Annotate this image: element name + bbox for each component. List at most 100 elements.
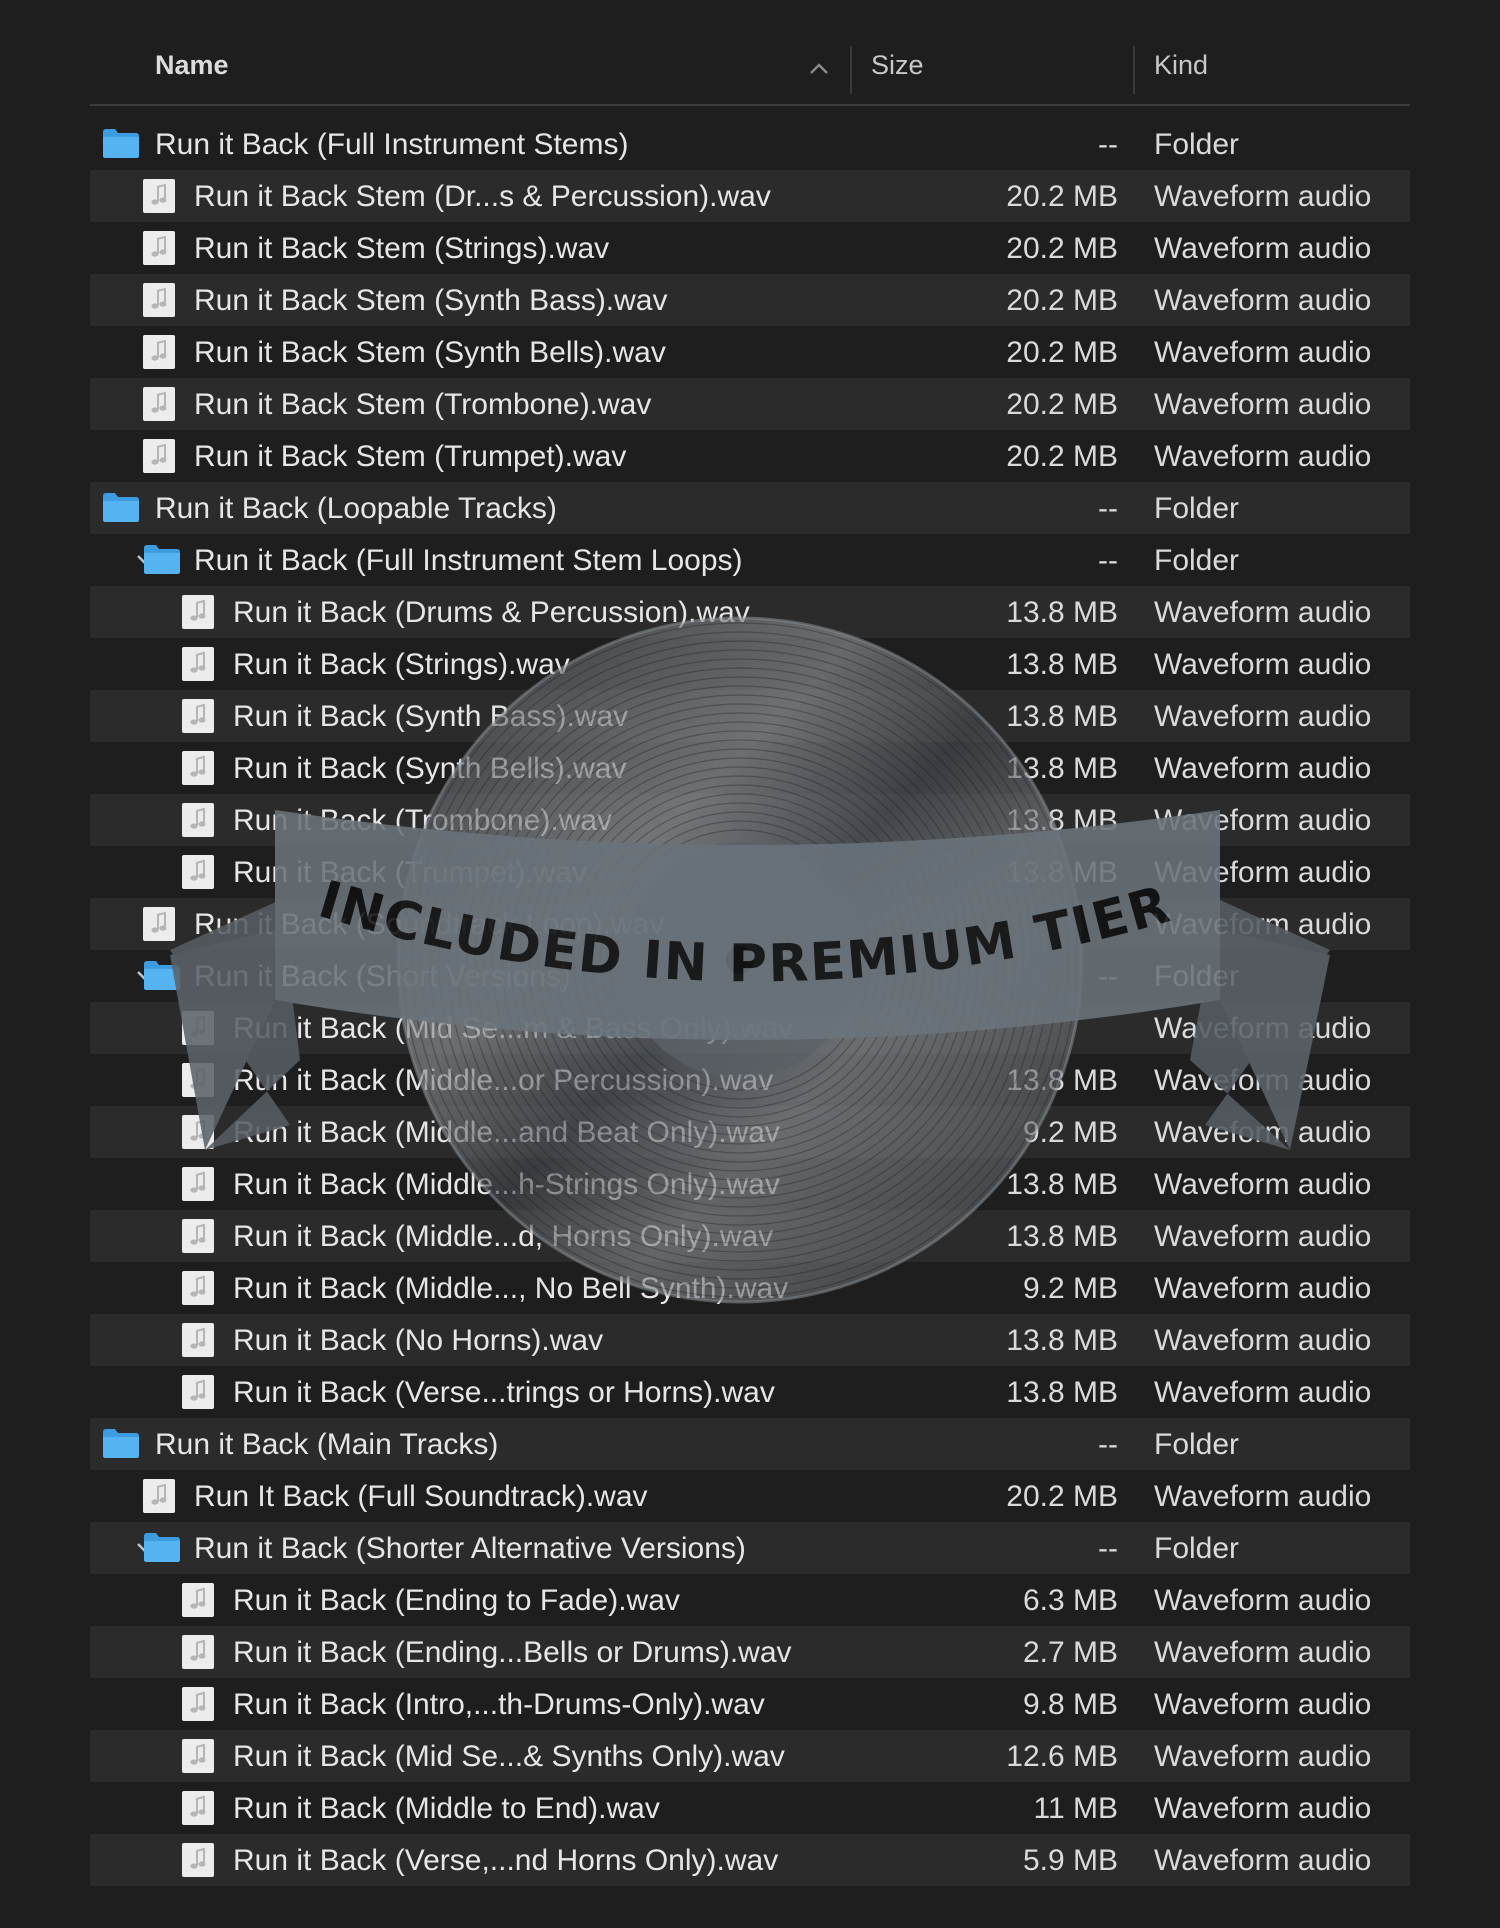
file-row[interactable]: Run it Back (Middle to End).wav 11 MB Wave… [90,1782,1410,1834]
audio-file-icon [143,335,175,369]
folder-row[interactable]: Run it Back (Full Instrument Stem Loops)… [90,534,1410,586]
audio-file-icon [182,1219,214,1253]
file-row[interactable]: Run it Back (Soundtrack Loop).wav Wavefor… [90,898,1410,950]
chevron-up-icon[interactable] [806,56,832,82]
audio-file-icon [143,1479,175,1513]
item-size: 20.2 MB [1006,180,1118,213]
audio-file-icon [182,1635,214,1669]
folder-icon [103,493,139,522]
item-name: Run it Back (Middle..., No Bell Synth).w… [233,1272,789,1305]
file-row[interactable]: Run it Back (Verse...trings or Horns).wa… [90,1366,1410,1418]
column-divider[interactable] [850,46,852,94]
item-kind: Waveform audio [1154,336,1372,369]
item-name: Run it Back Stem (Synth Bass).wav [194,284,668,317]
item-kind: Waveform audio [1154,700,1372,733]
file-row[interactable]: Run it Back (Middle...or Percussion).wav… [90,1054,1410,1106]
audio-file-icon [143,439,175,473]
file-row[interactable]: Run it Back (Synth Bells).wav 13.8 MB Wave… [90,742,1410,794]
item-size: 13.8 MB [1006,1220,1118,1253]
item-name: Run it Back (No Horns).wav [233,1324,604,1357]
file-row[interactable]: Run it Back (Mid Se...m & Bass Only).wav… [90,1002,1410,1054]
file-row[interactable]: Run it Back (Ending...Bells or Drums).wa… [90,1626,1410,1678]
folder-row[interactable]: Run it Back (Full Instrument Stems) -- Fol… [90,118,1410,170]
item-kind: Folder [1154,960,1240,993]
folder-row[interactable]: Run it Back (Main Tracks) -- Folder [90,1418,1410,1470]
item-size: 20.2 MB [1006,336,1118,369]
column-kind[interactable]: Kind [1154,50,1208,81]
audio-file-icon [182,1011,214,1045]
item-kind: Waveform audio [1154,752,1372,785]
item-name: Run it Back Stem (Trombone).wav [194,388,652,421]
item-size: 13.8 MB [1006,856,1118,889]
file-row[interactable]: Run it Back Stem (Trombone).wav 20.2 MB Wa… [90,378,1410,430]
folder-icon [103,129,139,158]
item-kind: Folder [1154,544,1240,577]
file-row[interactable]: Run it Back (Trumpet).wav 13.8 MB Waveform… [90,846,1410,898]
item-kind: Waveform audio [1154,1584,1372,1617]
audio-file-icon [182,1271,214,1305]
file-row[interactable]: Run it Back (Ending to Fade).wav 6.3 MB Wa… [90,1574,1410,1626]
item-name: Run it Back (Trombone).wav [233,804,613,837]
file-row[interactable]: Run it Back (Middle..., No Bell Synth).w… [90,1262,1410,1314]
folder-icon [144,961,180,990]
folder-row[interactable]: Run it Back (Shorter Alternative Version… [90,1522,1410,1574]
folder-row[interactable]: Run it Back (Loopable Tracks) -- Folder [90,482,1410,534]
item-size: 20.2 MB [1006,388,1118,421]
audio-file-icon [182,855,214,889]
item-name: Run it Back (Drums & Percussion).wav [233,596,750,629]
item-name: Run it Back (Soundtrack Loop).wav [194,908,665,941]
file-row[interactable]: Run it Back Stem (Strings).wav 20.2 MB Wav… [90,222,1410,274]
item-kind: Waveform audio [1154,856,1372,889]
folder-icon [144,1533,180,1562]
audio-file-icon [182,1375,214,1409]
file-row[interactable]: Run it Back (Strings).wav 13.8 MB Waveform… [90,638,1410,690]
item-name: Run it Back (Ending...Bells or Drums).wa… [233,1636,792,1669]
item-kind: Waveform audio [1154,1168,1372,1201]
audio-file-icon [182,1167,214,1201]
item-size: 13.8 MB [1006,1376,1118,1409]
file-row[interactable]: Run it Back (Synth Bass).wav 13.8 MB Wavef… [90,690,1410,742]
file-row[interactable]: Run it Back (No Horns).wav 13.8 MB Wavefor… [90,1314,1410,1366]
audio-file-icon [143,231,175,265]
audio-file-icon [182,647,214,681]
folder-row[interactable]: Run it Back (Short Versions) -- Folder [90,950,1410,1002]
audio-file-icon [182,1739,214,1773]
file-row[interactable]: Run it Back (Middle...h-Strings Only).wa… [90,1158,1410,1210]
item-kind: Waveform audio [1154,1688,1372,1721]
file-row[interactable]: Run It Back (Full Soundtrack).wav 20.2 MB… [90,1470,1410,1522]
file-row[interactable]: Run it Back (Mid Se...& Synths Only).wav… [90,1730,1410,1782]
file-row[interactable]: Run it Back (Middle...d, Horns Only).wav… [90,1210,1410,1262]
file-row[interactable]: Run it Back (Intro,...th-Drums-Only).wav… [90,1678,1410,1730]
file-row[interactable]: Run it Back (Verse,...nd Horns Only).wav… [90,1834,1410,1886]
item-name: Run it Back Stem (Dr...s & Percussion).w… [194,180,771,213]
item-kind: Waveform audio [1154,1272,1372,1305]
item-kind: Waveform audio [1154,440,1372,473]
item-size: -- [1098,1532,1118,1565]
item-name: Run it Back (Strings).wav [233,648,570,681]
file-row[interactable]: Run it Back Stem (Synth Bells).wav 20.2 M… [90,326,1410,378]
file-row[interactable]: Run it Back Stem (Synth Bass).wav 20.2 MB… [90,274,1410,326]
column-size[interactable]: Size [871,50,924,81]
item-kind: Waveform audio [1154,596,1372,629]
file-row[interactable]: Run it Back Stem (Dr...s & Percussion).w… [90,170,1410,222]
item-name: Run it Back (Loopable Tracks) [155,492,557,525]
item-kind: Waveform audio [1154,1792,1372,1825]
file-row[interactable]: Run it Back Stem (Trumpet).wav 20.2 MB Wav… [90,430,1410,482]
item-size: 13.8 MB [1006,804,1118,837]
audio-file-icon [182,751,214,785]
item-size: -- [1098,1428,1118,1461]
file-row[interactable]: Run it Back (Trombone).wav 13.8 MB Wavefor… [90,794,1410,846]
column-name[interactable]: Name [155,50,229,81]
column-header: Name Size Kind [90,38,1410,106]
item-kind: Waveform audio [1154,180,1372,213]
audio-file-icon [143,179,175,213]
audio-file-icon [182,699,214,733]
folder-icon [144,545,180,574]
column-divider[interactable] [1133,46,1135,94]
item-name: Run it Back (Middle...or Percussion).wav [233,1064,774,1097]
file-row[interactable]: Run it Back (Middle...and Beat Only).wav… [90,1106,1410,1158]
item-size: 13.8 MB [1006,1168,1118,1201]
file-row[interactable]: Run it Back (Drums & Percussion).wav 13.8… [90,586,1410,638]
item-kind: Waveform audio [1154,1480,1372,1513]
item-kind: Folder [1154,1428,1240,1461]
